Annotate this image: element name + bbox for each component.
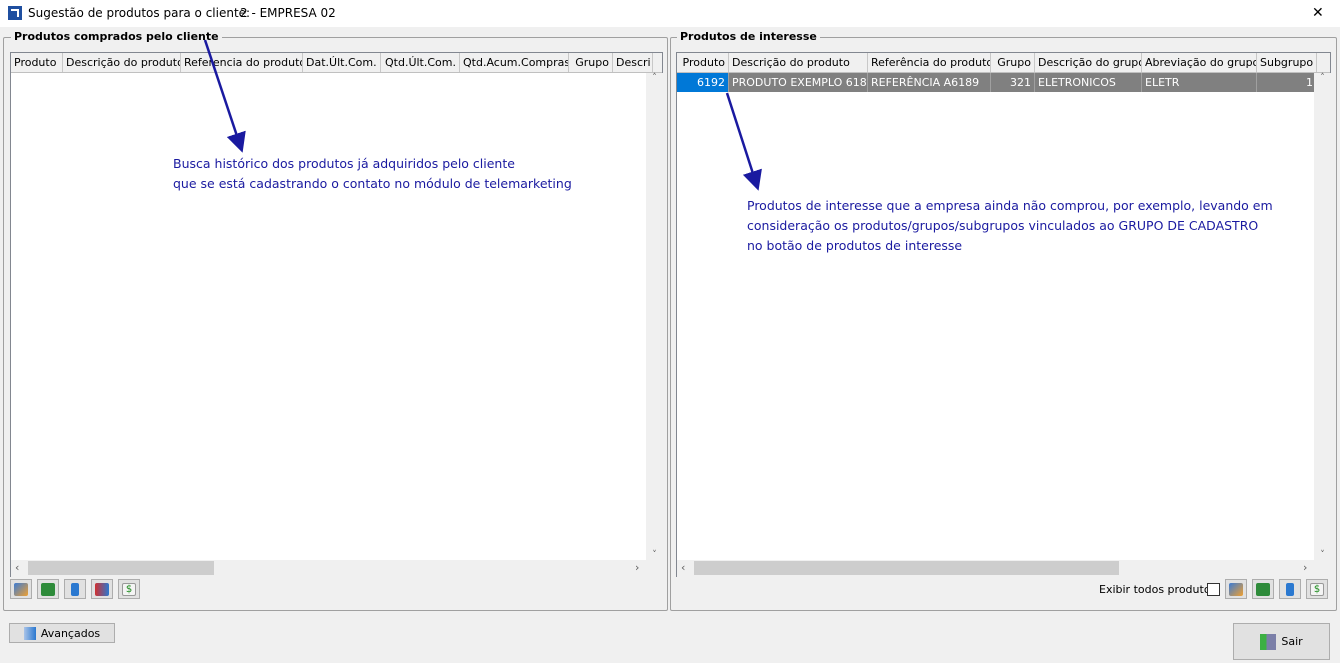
left-annotation: Busca histórico dos produtos já adquirid… [173,154,572,194]
right-annotation-arrow [725,92,762,191]
annotation-line: no botão de produtos de interesse [747,238,963,253]
annotation-line: Produtos de interesse que a empresa aind… [747,198,1273,213]
exit-door-icon [1260,633,1277,650]
annotation-arrows [203,39,762,191]
annotation-line: Busca histórico dos produtos já adquirid… [173,156,515,171]
left-annotation-arrow [203,39,246,153]
annotation-line: que se está cadastrando o contato no mód… [173,176,572,191]
exit-button[interactable]: Sair [1233,623,1330,660]
advanced-label: Avançados [40,626,101,640]
annotation-line: consideração os produtos/grupos/subgrupo… [747,218,1259,233]
advanced-icon [23,626,36,640]
exit-label: Sair [1281,635,1303,648]
advanced-button[interactable]: Avançados [9,623,115,643]
right-annotation: Produtos de interesse que a empresa aind… [747,196,1273,256]
